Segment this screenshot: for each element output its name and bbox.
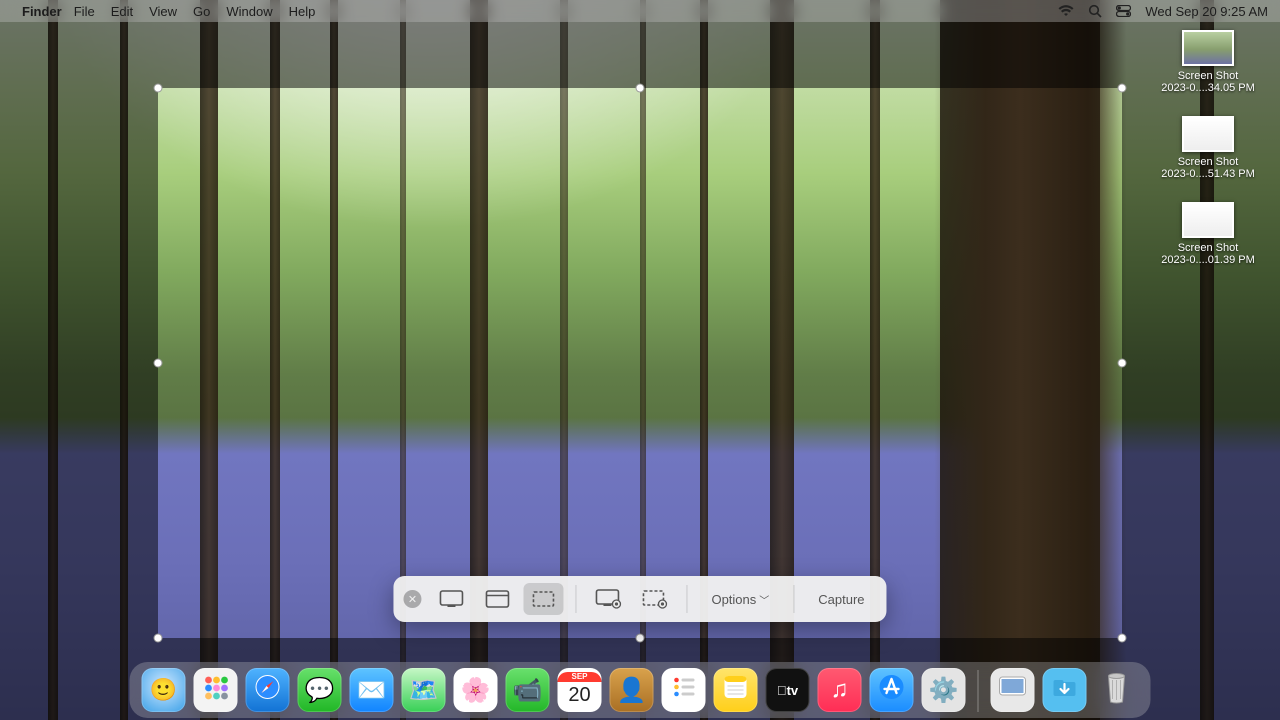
dock-launchpad[interactable] — [194, 668, 238, 712]
dock-facetime[interactable]: 📹 — [506, 668, 550, 712]
toolbar-separator — [793, 585, 794, 613]
screen-icon — [439, 590, 463, 608]
file-name-line2: 2023-0....01.39 PM — [1161, 254, 1255, 266]
menu-go[interactable]: Go — [193, 4, 210, 19]
mail-icon: ✉️ — [357, 676, 387, 705]
dock-system-settings[interactable]: ⚙️ — [922, 668, 966, 712]
file-thumbnail-icon — [1182, 30, 1234, 66]
selection-icon — [531, 590, 555, 608]
dock-trash[interactable] — [1095, 668, 1139, 712]
calendar-month: SEP — [558, 672, 602, 682]
wifi-icon[interactable] — [1058, 5, 1074, 17]
file-name-line1: Screen Shot — [1178, 242, 1239, 254]
screen-record-icon — [595, 589, 621, 609]
contacts-icon: 👤 — [617, 676, 647, 705]
file-name-line2: 2023-0....51.43 PM — [1161, 168, 1255, 180]
launchpad-icon — [202, 673, 230, 708]
dock: 🙂 💬 ✉️ 🗺️ 🌸 📹 SEP 20 — [130, 662, 1151, 718]
chevron-down-icon: ﹀ — [759, 592, 769, 607]
record-entire-screen-button[interactable] — [588, 583, 628, 615]
window-icon — [485, 590, 509, 608]
selection-handle-ne[interactable] — [1118, 84, 1127, 93]
selection-handle-sw[interactable] — [154, 634, 163, 643]
reminders-icon — [671, 674, 697, 707]
menu-window[interactable]: Window — [226, 4, 272, 19]
dock-reminders[interactable] — [662, 668, 706, 712]
menubar: Finder File Edit View Go Window Help Wed… — [0, 0, 1280, 22]
recent-app-icon — [999, 676, 1027, 705]
gear-icon: ⚙️ — [929, 676, 959, 705]
dock-tv[interactable]: tv — [766, 668, 810, 712]
screenshot-capture-button[interactable]: Capture — [806, 583, 876, 615]
screenshot-close-button[interactable]: ✕ — [403, 590, 421, 608]
menubar-app-name[interactable]: Finder — [22, 4, 62, 19]
dock-calendar[interactable]: SEP 20 — [558, 668, 602, 712]
file-name-line1: Screen Shot — [1178, 70, 1239, 82]
file-thumbnail-icon — [1182, 202, 1234, 238]
spotlight-icon[interactable] — [1088, 4, 1102, 18]
dock-recent-app[interactable] — [991, 668, 1035, 712]
safari-icon — [253, 672, 283, 709]
notes-icon — [723, 674, 749, 707]
calendar-day: 20 — [568, 682, 590, 708]
dock-finder[interactable]: 🙂 — [142, 668, 186, 712]
maps-icon: 🗺️ — [409, 676, 439, 705]
menu-view[interactable]: View — [149, 4, 177, 19]
selection-handle-w[interactable] — [154, 359, 163, 368]
menu-file[interactable]: File — [74, 4, 95, 19]
dock-messages[interactable]: 💬 — [298, 668, 342, 712]
dock-separator — [978, 670, 979, 712]
menu-help[interactable]: Help — [289, 4, 316, 19]
dock-contacts[interactable]: 👤 — [610, 668, 654, 712]
facetime-icon: 📹 — [513, 676, 543, 705]
toolbar-separator — [575, 585, 576, 613]
selection-handle-s[interactable] — [636, 634, 645, 643]
file-name-line2: 2023-0....34.05 PM — [1161, 82, 1255, 94]
desktop-file[interactable]: Screen Shot 2023-0....34.05 PM — [1148, 30, 1268, 94]
dock-safari[interactable] — [246, 668, 290, 712]
menu-edit[interactable]: Edit — [111, 4, 133, 19]
messages-icon: 💬 — [305, 676, 335, 705]
photos-icon: 🌸 — [461, 676, 491, 705]
screenshot-toolbar: ✕ Options ﹀ Capture — [393, 576, 886, 622]
capture-label: Capture — [818, 592, 864, 607]
trash-icon — [1102, 668, 1132, 713]
selection-handle-nw[interactable] — [154, 84, 163, 93]
dock-music[interactable]: ♫ — [818, 668, 862, 712]
selection-handle-n[interactable] — [636, 84, 645, 93]
screenshot-options-dropdown[interactable]: Options ﹀ — [699, 583, 781, 615]
toolbar-separator — [686, 585, 687, 613]
file-thumbnail-icon — [1182, 116, 1234, 152]
screenshot-selection[interactable] — [158, 88, 1122, 638]
selection-handle-se[interactable] — [1118, 634, 1127, 643]
record-selection-button[interactable] — [634, 583, 674, 615]
music-icon: ♫ — [831, 676, 849, 704]
menubar-clock[interactable]: Wed Sep 20 9:25 AM — [1145, 4, 1268, 19]
dock-photos[interactable]: 🌸 — [454, 668, 498, 712]
selection-record-icon — [641, 589, 667, 609]
file-name-line1: Screen Shot — [1178, 156, 1239, 168]
dock-downloads[interactable] — [1043, 668, 1087, 712]
finder-icon: 🙂 — [150, 677, 177, 703]
dock-maps[interactable]: 🗺️ — [402, 668, 446, 712]
desktop-file[interactable]: Screen Shot 2023-0....51.43 PM — [1148, 116, 1268, 180]
dock-appstore[interactable] — [870, 668, 914, 712]
dock-mail[interactable]: ✉️ — [350, 668, 394, 712]
desktop-file[interactable]: Screen Shot 2023-0....01.39 PM — [1148, 202, 1268, 266]
control-center-icon[interactable] — [1116, 5, 1131, 17]
dock-notes[interactable] — [714, 668, 758, 712]
capture-window-button[interactable] — [477, 583, 517, 615]
downloads-icon — [1052, 674, 1078, 707]
tv-icon: tv — [777, 683, 798, 698]
capture-entire-screen-button[interactable] — [431, 583, 471, 615]
options-label: Options — [711, 592, 756, 607]
appstore-icon — [879, 674, 905, 707]
capture-selection-button[interactable] — [523, 583, 563, 615]
selection-handle-e[interactable] — [1118, 359, 1127, 368]
